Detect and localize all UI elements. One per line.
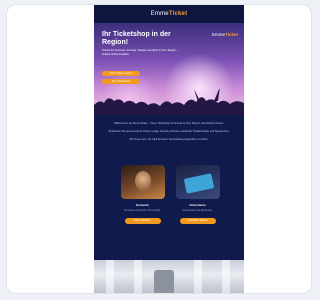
intro-paragraph: Willkommen bei EmmeTicket – Ihrem Ticket… [114, 122, 224, 125]
promo-card-vouchers: Gutscheine Verschenken Sie Erlebnisse. G… [173, 165, 222, 250]
intro-paragraph: Entdecken Sie spannende Konzerte, lustig… [108, 130, 230, 133]
hero-subtitle: Tickets für Konzerte, Comedy, Theater un… [102, 49, 179, 56]
brand-logo: EmmeTicket [150, 11, 188, 17]
email-header: EmmeTicket [94, 5, 244, 23]
hero-banner: Ihr Ticketshop in der Region! EmmeTicket… [94, 23, 244, 115]
email-preview: EmmeTicket Ihr Ticketshop in der Region!… [94, 5, 244, 293]
promo-text: Die besten Konzerte in Ihrer Nähe. [124, 209, 161, 212]
hero-brand-logo: EmmeTicket [212, 32, 238, 37]
voucher-photo [175, 165, 220, 199]
secondary-cta-button[interactable]: Zum Ticketshop [102, 79, 140, 84]
email-preview-card[interactable]: EmmeTicket Ihr Ticketshop in der Region!… [6, 4, 312, 294]
intro-paragraph: Wir freuen uns, Sie bald bei einer Veran… [129, 138, 209, 141]
promo-text: Verschenken Sie Erlebnisse. [182, 209, 213, 212]
concert-photo [120, 165, 165, 199]
promo-cards: Konzerte Die besten Konzerte in Ihrer Nä… [118, 165, 222, 250]
footer-photo [94, 260, 244, 293]
promo-card-concerts: Konzerte Die besten Konzerte in Ihrer Nä… [118, 165, 167, 250]
hero-title: Ihr Ticketshop in der Region! [102, 31, 171, 46]
promo-title: Gutscheine [189, 203, 206, 207]
promo-title: Konzerte [136, 203, 149, 207]
crowd-silhouette [94, 89, 244, 115]
primary-cta-button[interactable]: Jetzt Tickets sichern [102, 71, 140, 76]
promo-button[interactable]: Gutschein kaufen [179, 218, 216, 225]
promo-button[interactable]: Mehr erfahren [124, 218, 161, 225]
intro-text: Willkommen bei EmmeTicket – Ihrem Ticket… [94, 115, 244, 142]
